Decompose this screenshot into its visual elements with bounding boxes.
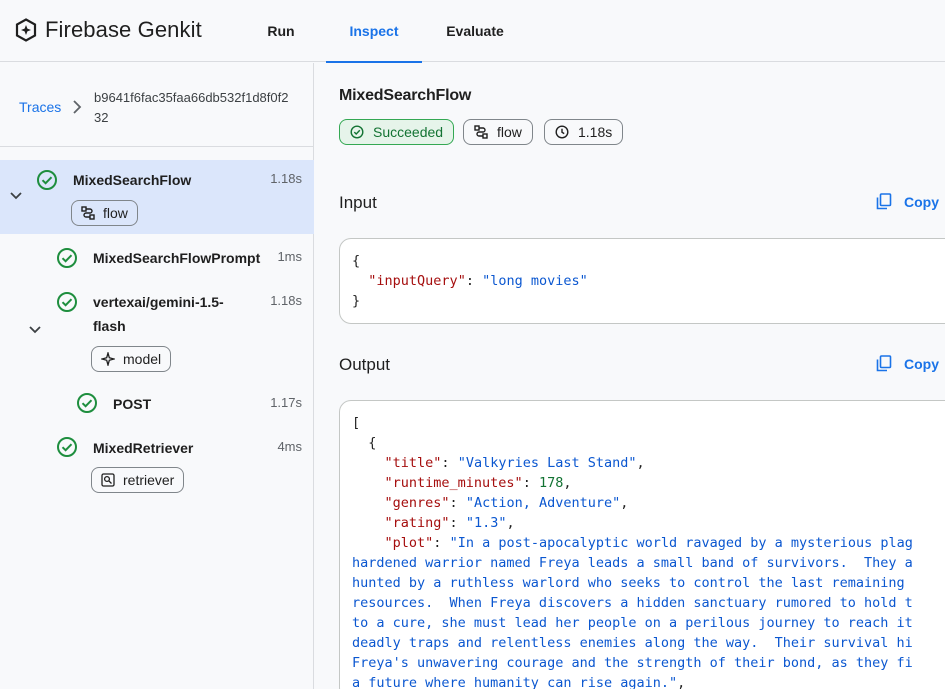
type-label: flow: [497, 124, 522, 140]
trace-id: b9641f6fac35faa66db532f1d8f0f232: [94, 90, 289, 125]
span-row-prompt[interactable]: MixedSearchFlowPrompt 1ms: [0, 243, 314, 279]
status-label: Succeeded: [373, 124, 444, 140]
span-row-mixedsearchflow[interactable]: MixedSearchFlow 1.18s flow: [0, 160, 314, 234]
span-row-retriever[interactable]: MixedRetriever 4ms retriever: [0, 431, 314, 499]
span-duration: 1.18s: [270, 293, 302, 308]
span-duration: 4ms: [277, 439, 302, 454]
duration-badge: 1.18s: [544, 119, 624, 145]
breadcrumb: Traces b9641f6fac35faa66db532f1d8f0f232: [0, 63, 314, 147]
flow-icon: [81, 206, 95, 220]
brand-name: Firebase Genkit: [45, 17, 202, 42]
top-bar: Firebase Genkit Run Inspect Evaluate: [0, 0, 945, 63]
span-detail-panel: MixedSearchFlow Succeeded flow 1.18s Inp…: [315, 63, 945, 689]
check-circle-icon: [57, 292, 77, 312]
input-heading: Input: [339, 193, 377, 212]
trace-sidebar: Traces b9641f6fac35faa66db532f1d8f0f232 …: [0, 63, 314, 689]
output-heading: Output: [339, 355, 391, 374]
chevron-down-icon[interactable]: [9, 191, 23, 201]
copy-output-button[interactable]: Copy: [876, 355, 939, 372]
tab-run[interactable]: Run: [258, 0, 304, 62]
copy-input-button[interactable]: Copy: [876, 193, 939, 210]
chevron-right-icon: [73, 100, 82, 114]
page-title: MixedSearchFlow: [339, 87, 472, 104]
chip-label: model: [123, 351, 162, 367]
span-duration: 1ms: [277, 249, 302, 264]
copy-label: Copy: [904, 193, 939, 210]
tab-evaluate[interactable]: Evaluate: [438, 0, 512, 62]
input-json: { "inputQuery": "long movies" }: [352, 253, 588, 309]
status-badge: Succeeded: [339, 119, 455, 145]
check-circle-icon: [77, 393, 97, 413]
span-name: POST: [113, 396, 152, 412]
span-type-chip: retriever: [91, 467, 185, 493]
span-name-line1: vertexai/gemini-1.5-: [93, 294, 224, 310]
chip-label: flow: [103, 205, 128, 221]
span-duration: 1.17s: [270, 395, 302, 410]
copy-icon: [876, 193, 892, 210]
output-json-viewer[interactable]: [ { "title": "Valkyries Last Stand", "ru…: [339, 400, 945, 689]
type-badge: flow: [463, 119, 533, 145]
span-name: MixedRetriever: [93, 440, 194, 456]
check-circle-icon: [57, 437, 77, 457]
check-circle-icon: [57, 248, 77, 268]
chip-label: retriever: [123, 472, 175, 488]
span-type-chip: model: [91, 346, 172, 372]
json-brace: {: [352, 253, 361, 269]
brand[interactable]: Firebase Genkit: [15, 17, 202, 43]
chevron-down-icon[interactable]: [28, 325, 42, 335]
span-name: MixedSearchFlow: [73, 172, 192, 188]
copy-label: Copy: [904, 355, 939, 372]
json-brace: }: [352, 293, 361, 309]
copy-icon: [876, 355, 892, 372]
input-json-viewer[interactable]: { "inputQuery": "long movies" }: [339, 238, 945, 324]
tab-inspect[interactable]: Inspect: [326, 0, 422, 63]
traces-link[interactable]: Traces: [19, 99, 61, 115]
json-key: "inputQuery": [368, 273, 466, 289]
span-name: MixedSearchFlowPrompt: [93, 250, 261, 266]
check-circle-icon: [37, 170, 57, 190]
span-row-post[interactable]: POST 1.17s: [0, 387, 314, 423]
sparkle-icon: [101, 352, 115, 366]
check-circle-icon: [350, 125, 364, 139]
genkit-logo-icon: [15, 18, 37, 42]
span-row-gemini[interactable]: vertexai/gemini-1.5- flash 1.18s model: [0, 287, 314, 379]
json-value: "long movies": [482, 273, 588, 289]
flow-icon: [474, 125, 488, 139]
clock-icon: [555, 125, 569, 139]
retriever-icon: [101, 473, 115, 487]
span-duration: 1.18s: [270, 171, 302, 186]
output-json: [ { "title": "Valkyries Last Stand", "ru…: [352, 415, 913, 689]
span-type-chip: flow: [71, 200, 138, 226]
duration-label: 1.18s: [578, 124, 613, 140]
span-name-line2: flash: [93, 318, 126, 334]
